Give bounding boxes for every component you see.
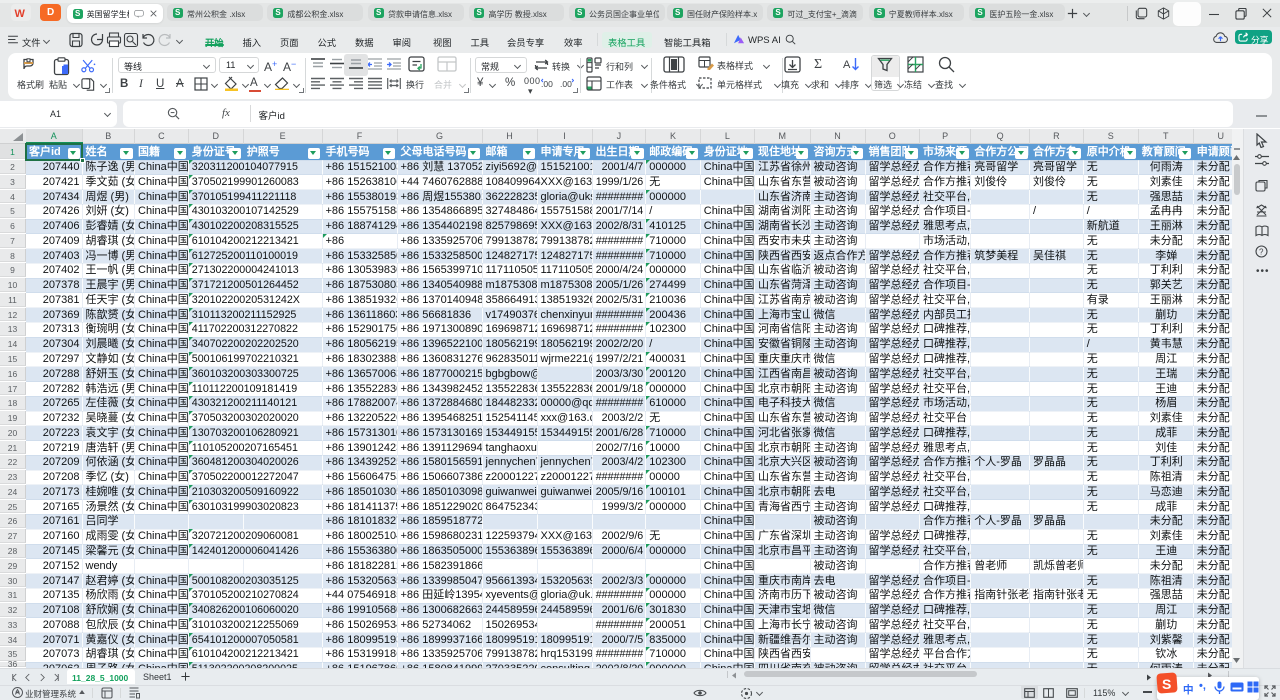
svg-text:?: ? bbox=[1259, 248, 1264, 257]
svg-text:.00: .00 bbox=[541, 79, 553, 89]
svg-text:.00: .00 bbox=[560, 79, 572, 89]
svg-text:A: A bbox=[843, 59, 851, 71]
